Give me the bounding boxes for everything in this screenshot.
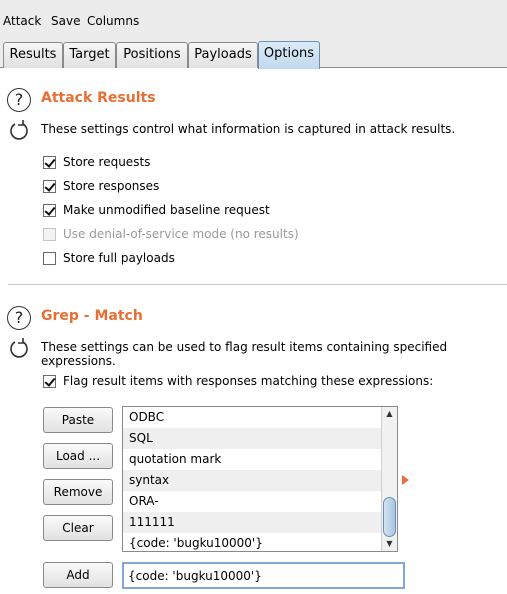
load-button[interactable]: Load ...	[43, 443, 113, 469]
tab-positions[interactable]: Positions	[116, 42, 188, 68]
baseline-request-checkbox[interactable]	[43, 204, 56, 217]
list-scrollbar[interactable]: ▲ ▼	[381, 407, 397, 551]
tab-strip: Results Target Positions Payloads Option…	[0, 40, 507, 69]
store-responses-label: Store responses	[63, 179, 160, 193]
flag-result-items-checkbox[interactable]	[43, 375, 56, 388]
flag-result-items-label: Flag result items with responses matchin…	[63, 374, 434, 388]
menu-bar: Attack Save Columns	[0, 0, 507, 40]
grep-match-description: These settings can be used to flag resul…	[41, 340, 448, 368]
store-requests-checkbox[interactable]	[43, 156, 56, 169]
list-item[interactable]: syntax	[123, 470, 382, 491]
scroll-up-icon[interactable]: ▲	[382, 407, 397, 421]
menu-attack[interactable]: Attack	[3, 14, 41, 28]
list-item[interactable]: quotation mark	[123, 449, 382, 470]
refresh-icon[interactable]	[8, 337, 30, 359]
section-divider	[8, 284, 507, 285]
tab-payloads[interactable]: Payloads	[188, 42, 258, 68]
help-circle-icon[interactable]: ?	[7, 306, 31, 330]
store-full-payloads-checkbox[interactable]	[43, 252, 56, 265]
tab-options[interactable]: Options	[258, 41, 320, 69]
remove-button[interactable]: Remove	[43, 479, 113, 505]
store-full-payloads-label: Store full payloads	[63, 251, 175, 265]
list-item[interactable]: ORA-	[123, 491, 382, 512]
grep-match-title: Grep - Match	[41, 308, 143, 324]
list-item[interactable]: ODBC	[123, 407, 382, 428]
help-circle-icon[interactable]: ?	[7, 88, 31, 112]
list-item[interactable]: {code: 'bugku10000'}	[123, 533, 382, 551]
store-requests-label: Store requests	[63, 155, 151, 169]
dos-mode-label: Use denial-of-service mode (no results)	[63, 227, 299, 241]
list-item[interactable]: SQL	[123, 428, 382, 449]
tab-results[interactable]: Results	[3, 42, 63, 68]
menu-save[interactable]: Save	[51, 14, 80, 28]
baseline-request-label: Make unmodified baseline request	[63, 203, 270, 217]
expand-arrow-icon	[402, 475, 409, 485]
paste-button[interactable]: Paste	[43, 407, 113, 433]
attack-results-title: Attack Results	[41, 90, 156, 106]
expressions-list[interactable]: ODBC SQL quotation mark syntax ORA- 1111…	[122, 406, 398, 552]
scrollbar-thumb[interactable]	[383, 497, 396, 537]
dos-mode-checkbox	[43, 228, 56, 241]
add-button[interactable]: Add	[43, 562, 113, 588]
menu-columns[interactable]: Columns	[87, 14, 139, 28]
store-responses-checkbox[interactable]	[43, 180, 56, 193]
add-expression-input[interactable]	[122, 562, 405, 589]
attack-results-description: These settings control what information …	[41, 122, 456, 136]
clear-button[interactable]: Clear	[43, 515, 113, 541]
list-item[interactable]: 111111	[123, 512, 382, 533]
scroll-down-icon[interactable]: ▼	[382, 537, 397, 551]
refresh-icon[interactable]	[8, 119, 30, 141]
tab-target[interactable]: Target	[63, 42, 116, 68]
